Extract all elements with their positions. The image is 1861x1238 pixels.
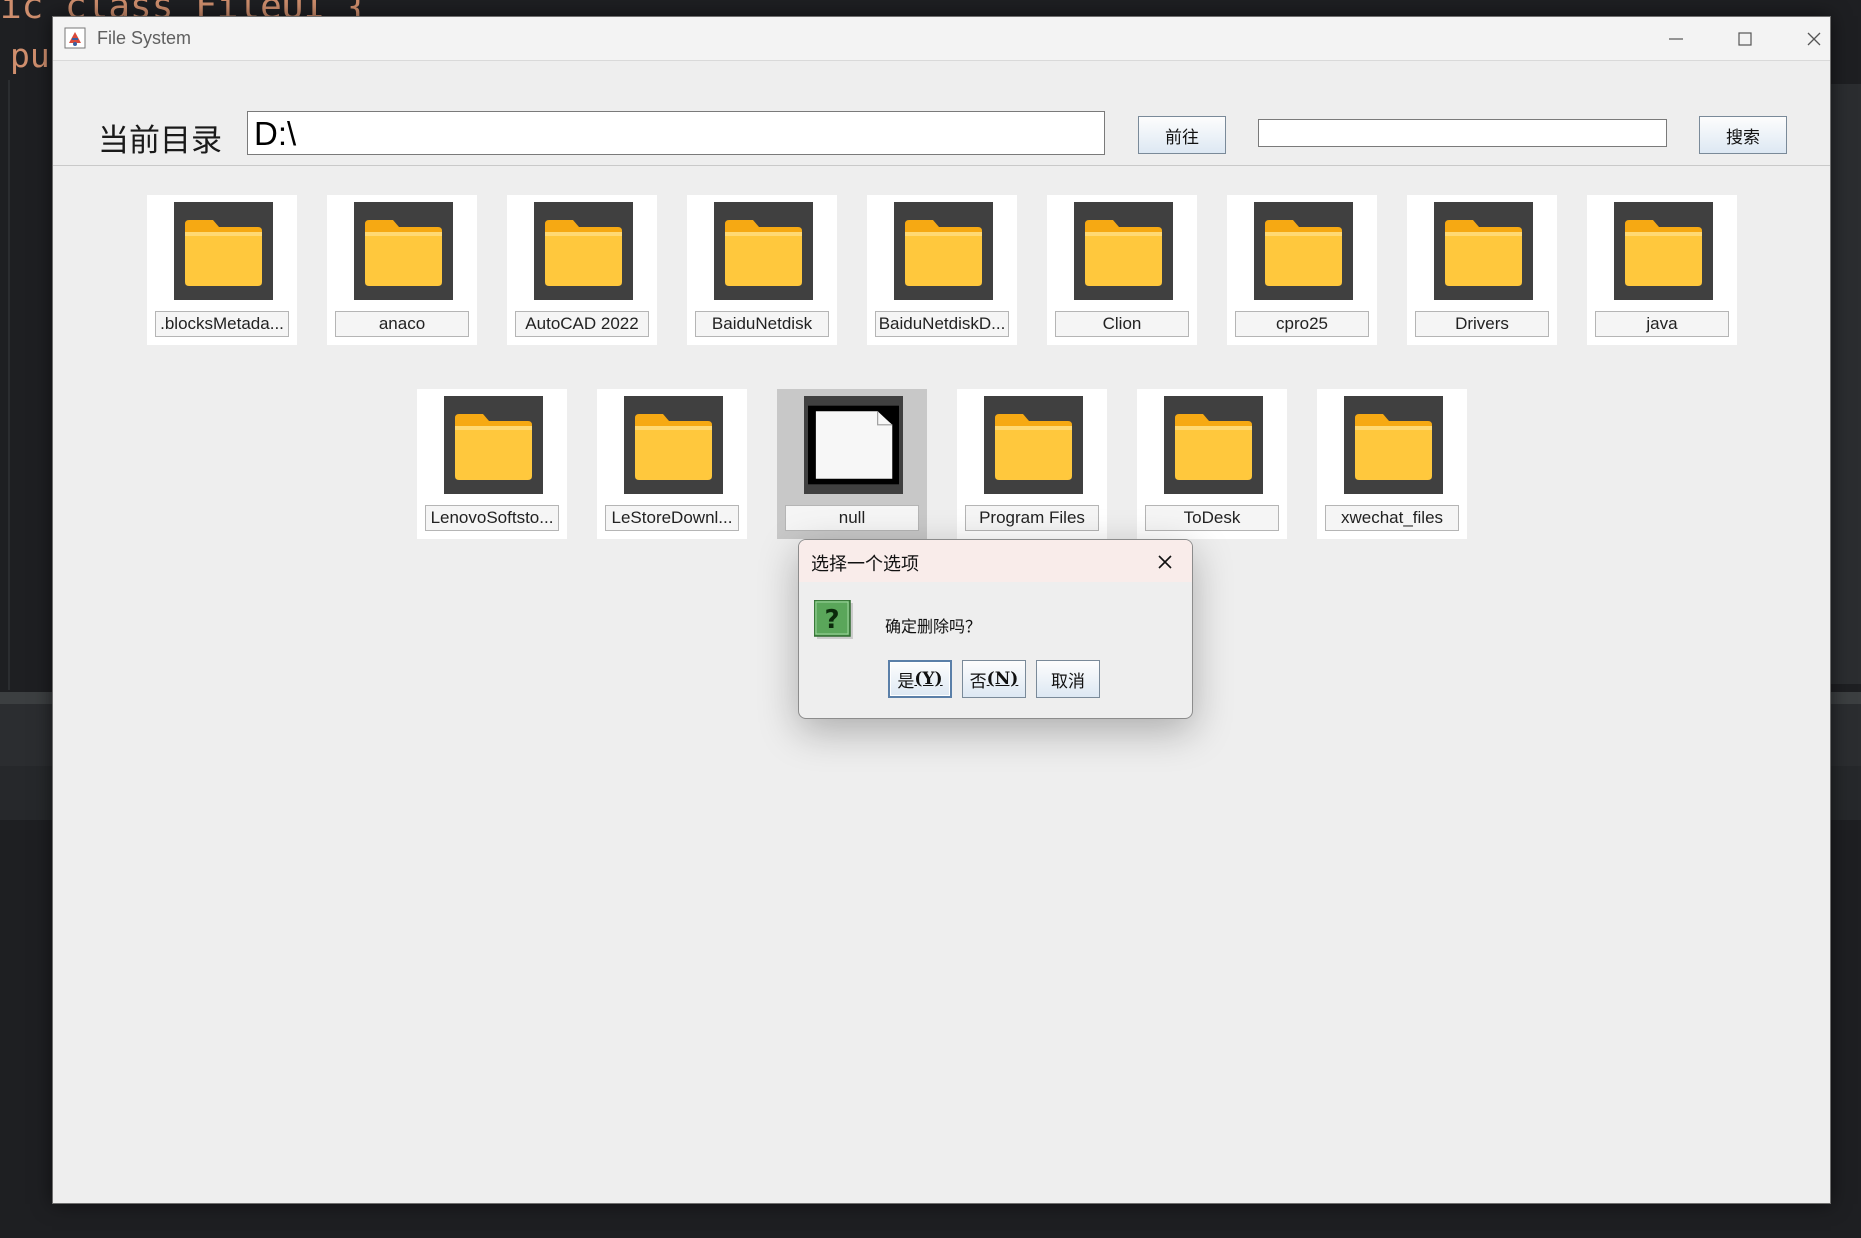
- folder-item[interactable]: anaco: [327, 195, 477, 345]
- folder-item[interactable]: Drivers: [1407, 195, 1557, 345]
- folder-item[interactable]: java: [1587, 195, 1737, 345]
- file-thumbnail: [714, 202, 813, 300]
- folder-item[interactable]: .blocksMetada...: [147, 195, 297, 345]
- file-name-label: anaco: [335, 311, 469, 337]
- dialog-close-button[interactable]: [1149, 546, 1181, 578]
- file-name-label: LenovoSoftsto...: [425, 505, 559, 531]
- file-name-label: Clion: [1055, 311, 1189, 337]
- confirm-delete-dialog: 选择一个选项 ? 确定删除吗？ 是 (Y) 否 (N) 取消: [798, 539, 1193, 719]
- file-name-label: Program Files: [965, 505, 1099, 531]
- folder-icon: [725, 220, 802, 286]
- dialog-title-bar[interactable]: 选择一个选项: [799, 540, 1192, 582]
- maximize-icon: [1738, 31, 1752, 46]
- minimize-button[interactable]: [1642, 17, 1710, 60]
- java-app-icon: [64, 27, 86, 49]
- folder-icon: [185, 220, 262, 286]
- file-thumbnail: [444, 396, 543, 494]
- yes-button[interactable]: 是 (Y): [888, 660, 952, 698]
- ide-code-line: pu: [10, 36, 50, 75]
- folder-icon: [1625, 220, 1702, 286]
- folder-icon: [365, 220, 442, 286]
- file-thumbnail: [1344, 396, 1443, 494]
- toolbar: 当前目录 D:\ 前往 搜索: [53, 61, 1830, 166]
- folder-icon: [1175, 414, 1252, 480]
- file-thumbnail: [534, 202, 633, 300]
- file-name-label: .blocksMetada...: [155, 311, 289, 337]
- folder-item[interactable]: Clion: [1047, 195, 1197, 345]
- file-thumbnail: [1434, 202, 1533, 300]
- folder-icon: [995, 414, 1072, 480]
- file-thumbnail: [174, 202, 273, 300]
- no-button[interactable]: 否 (N): [962, 660, 1026, 698]
- file-thumbnail: [1614, 202, 1713, 300]
- dialog-title: 选择一个选项: [811, 554, 919, 574]
- file-name-label: xwechat_files: [1325, 505, 1459, 531]
- search-button[interactable]: 搜索: [1699, 116, 1787, 154]
- folder-icon: [1265, 220, 1342, 286]
- folder-icon: [455, 414, 532, 480]
- ide-gutter: [0, 80, 10, 690]
- yes-button-label: 是: [897, 671, 915, 692]
- close-icon: [1158, 555, 1172, 569]
- no-mnemonic: (N): [986, 669, 1019, 689]
- cancel-button[interactable]: 取消: [1036, 660, 1100, 698]
- no-button-label: 否: [969, 671, 987, 692]
- file-thumbnail: [1074, 202, 1173, 300]
- question-icon: ?: [814, 600, 853, 639]
- file-name-label: BaiduNetdiskD...: [875, 311, 1009, 337]
- title-bar[interactable]: File System: [53, 17, 1830, 61]
- close-button[interactable]: [1780, 17, 1848, 60]
- maximize-button[interactable]: [1711, 17, 1779, 60]
- minimize-icon: [1669, 37, 1683, 40]
- path-input[interactable]: D:\: [247, 111, 1105, 155]
- folder-item[interactable]: BaiduNetdisk: [687, 195, 837, 345]
- go-button[interactable]: 前往: [1138, 116, 1226, 154]
- folder-icon: [635, 414, 712, 480]
- folder-icon: [545, 220, 622, 286]
- folder-item[interactable]: xwechat_files: [1317, 389, 1467, 539]
- document-icon: [808, 405, 899, 485]
- file-thumbnail: [894, 202, 993, 300]
- file-thumbnail: [1164, 396, 1263, 494]
- file-system-window: File System 当前目录 D:\ 前往 搜索 .blocksMetada…: [52, 16, 1831, 1204]
- file-thumbnail: [804, 396, 903, 494]
- window-title: File System: [97, 28, 192, 48]
- folder-item[interactable]: LeStoreDownl...: [597, 389, 747, 539]
- file-thumbnail: [354, 202, 453, 300]
- file-name-label: BaiduNetdisk: [695, 311, 829, 337]
- folder-icon: [905, 220, 982, 286]
- folder-icon: [1445, 220, 1522, 286]
- folder-icon: [1085, 220, 1162, 286]
- file-name-label: Drivers: [1415, 311, 1549, 337]
- yes-mnemonic: (Y): [914, 669, 943, 689]
- file-name-label: cpro25: [1235, 311, 1369, 337]
- svg-text:?: ?: [824, 605, 839, 635]
- file-thumbnail: [624, 396, 723, 494]
- file-name-label: null: [785, 505, 919, 531]
- file-thumbnail: [1254, 202, 1353, 300]
- close-icon: [1807, 32, 1821, 45]
- ide-side-panel: [1831, 84, 1861, 684]
- dialog-message: 确定删除吗？: [885, 617, 982, 636]
- folder-item[interactable]: Program Files: [957, 389, 1107, 539]
- folder-item[interactable]: BaiduNetdiskD...: [867, 195, 1017, 345]
- file-thumbnail: [984, 396, 1083, 494]
- folder-item[interactable]: ToDesk: [1137, 389, 1287, 539]
- search-input[interactable]: [1258, 119, 1667, 147]
- current-directory-label: 当前目录: [98, 123, 222, 158]
- file-name-label: ToDesk: [1145, 505, 1279, 531]
- file-name-label: AutoCAD 2022: [515, 311, 649, 337]
- file-name-label: java: [1595, 311, 1729, 337]
- folder-item[interactable]: cpro25: [1227, 195, 1377, 345]
- folder-item[interactable]: AutoCAD 2022: [507, 195, 657, 345]
- file-item[interactable]: null: [777, 389, 927, 539]
- folder-icon: [1355, 414, 1432, 480]
- folder-item[interactable]: LenovoSoftsto...: [417, 389, 567, 539]
- file-name-label: LeStoreDownl...: [605, 505, 739, 531]
